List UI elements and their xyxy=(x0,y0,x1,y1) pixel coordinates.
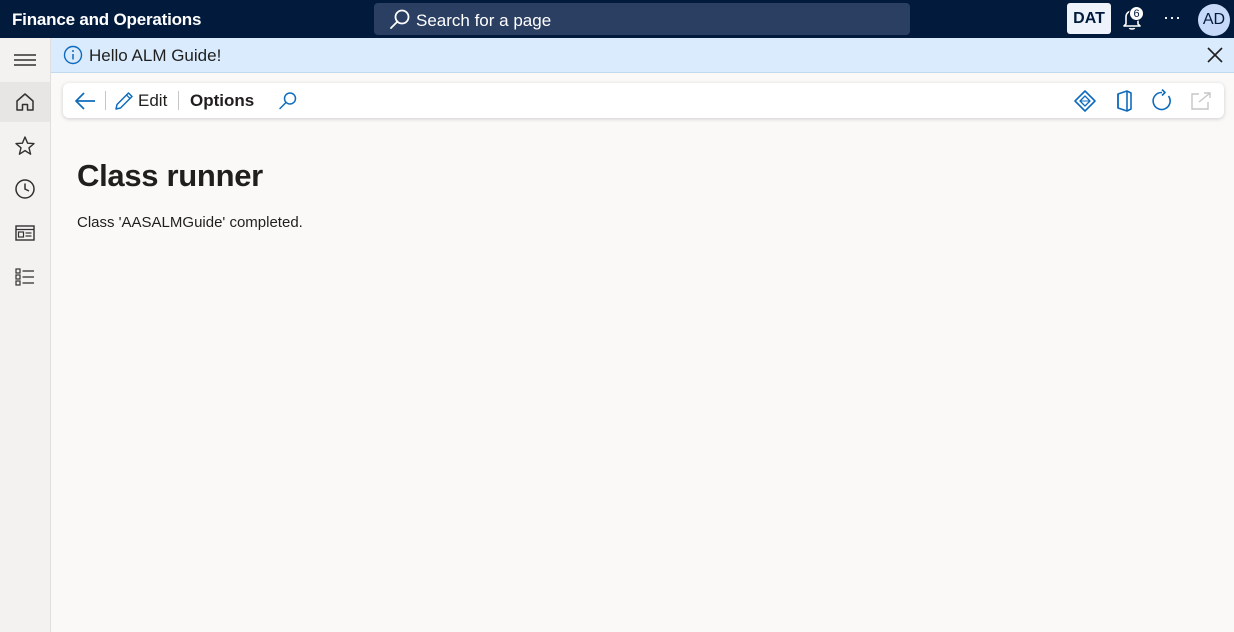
list-icon xyxy=(15,268,34,286)
nav-menu-button[interactable] xyxy=(0,40,50,80)
nav-home[interactable] xyxy=(0,82,50,122)
search-input[interactable]: Search for a page xyxy=(374,3,910,35)
separator xyxy=(178,91,179,110)
pencil-icon xyxy=(115,91,133,110)
message-bar: Hello ALM Guide! xyxy=(51,38,1234,73)
info-icon xyxy=(63,45,83,65)
clock-icon xyxy=(15,179,35,199)
options-tab[interactable]: Options xyxy=(190,83,254,118)
more-options-button[interactable]: ⋯ xyxy=(1160,6,1184,30)
close-icon[interactable] xyxy=(1204,44,1226,66)
open-new-window-icon xyxy=(1191,91,1211,110)
office-icon xyxy=(1117,89,1132,112)
action-pane: Edit Options xyxy=(63,83,1224,118)
completion-message: Class 'AASALMGuide' completed. xyxy=(77,214,303,231)
left-nav xyxy=(0,38,51,632)
nav-favorites[interactable] xyxy=(0,126,50,166)
page-title: Class runner xyxy=(77,158,263,193)
edit-button[interactable]: Edit xyxy=(113,83,167,118)
office-button[interactable] xyxy=(1113,83,1135,118)
power-apps-button[interactable] xyxy=(1073,83,1097,118)
edit-label: Edit xyxy=(138,90,168,110)
hamburger-icon xyxy=(14,54,36,66)
action-search-button[interactable] xyxy=(277,83,299,118)
diamond-icon xyxy=(1074,89,1096,112)
search-icon xyxy=(390,9,410,29)
open-in-new-window-button[interactable] xyxy=(1189,83,1213,118)
message-text: Hello ALM Guide! xyxy=(89,46,222,65)
home-icon xyxy=(16,93,34,111)
refresh-icon xyxy=(1152,88,1171,110)
nav-recent[interactable] xyxy=(0,169,50,209)
search-placeholder: Search for a page xyxy=(416,11,552,30)
options-label: Options xyxy=(190,90,255,110)
company-selector[interactable]: DAT xyxy=(1067,3,1111,34)
refresh-button[interactable] xyxy=(1150,83,1174,118)
nav-workspaces[interactable] xyxy=(0,213,50,253)
star-icon xyxy=(15,136,35,155)
notification-count-badge: 6 xyxy=(1129,6,1144,21)
workspace-icon xyxy=(15,225,35,241)
nav-modules[interactable] xyxy=(0,257,50,297)
avatar[interactable]: AD xyxy=(1198,4,1230,36)
separator xyxy=(105,91,106,110)
top-bar: Finance and Operations Search for a page… xyxy=(0,0,1234,38)
app-title[interactable]: Finance and Operations xyxy=(12,10,201,30)
search-icon xyxy=(279,91,297,109)
back-button[interactable] xyxy=(73,83,97,118)
back-arrow-icon xyxy=(75,91,95,110)
